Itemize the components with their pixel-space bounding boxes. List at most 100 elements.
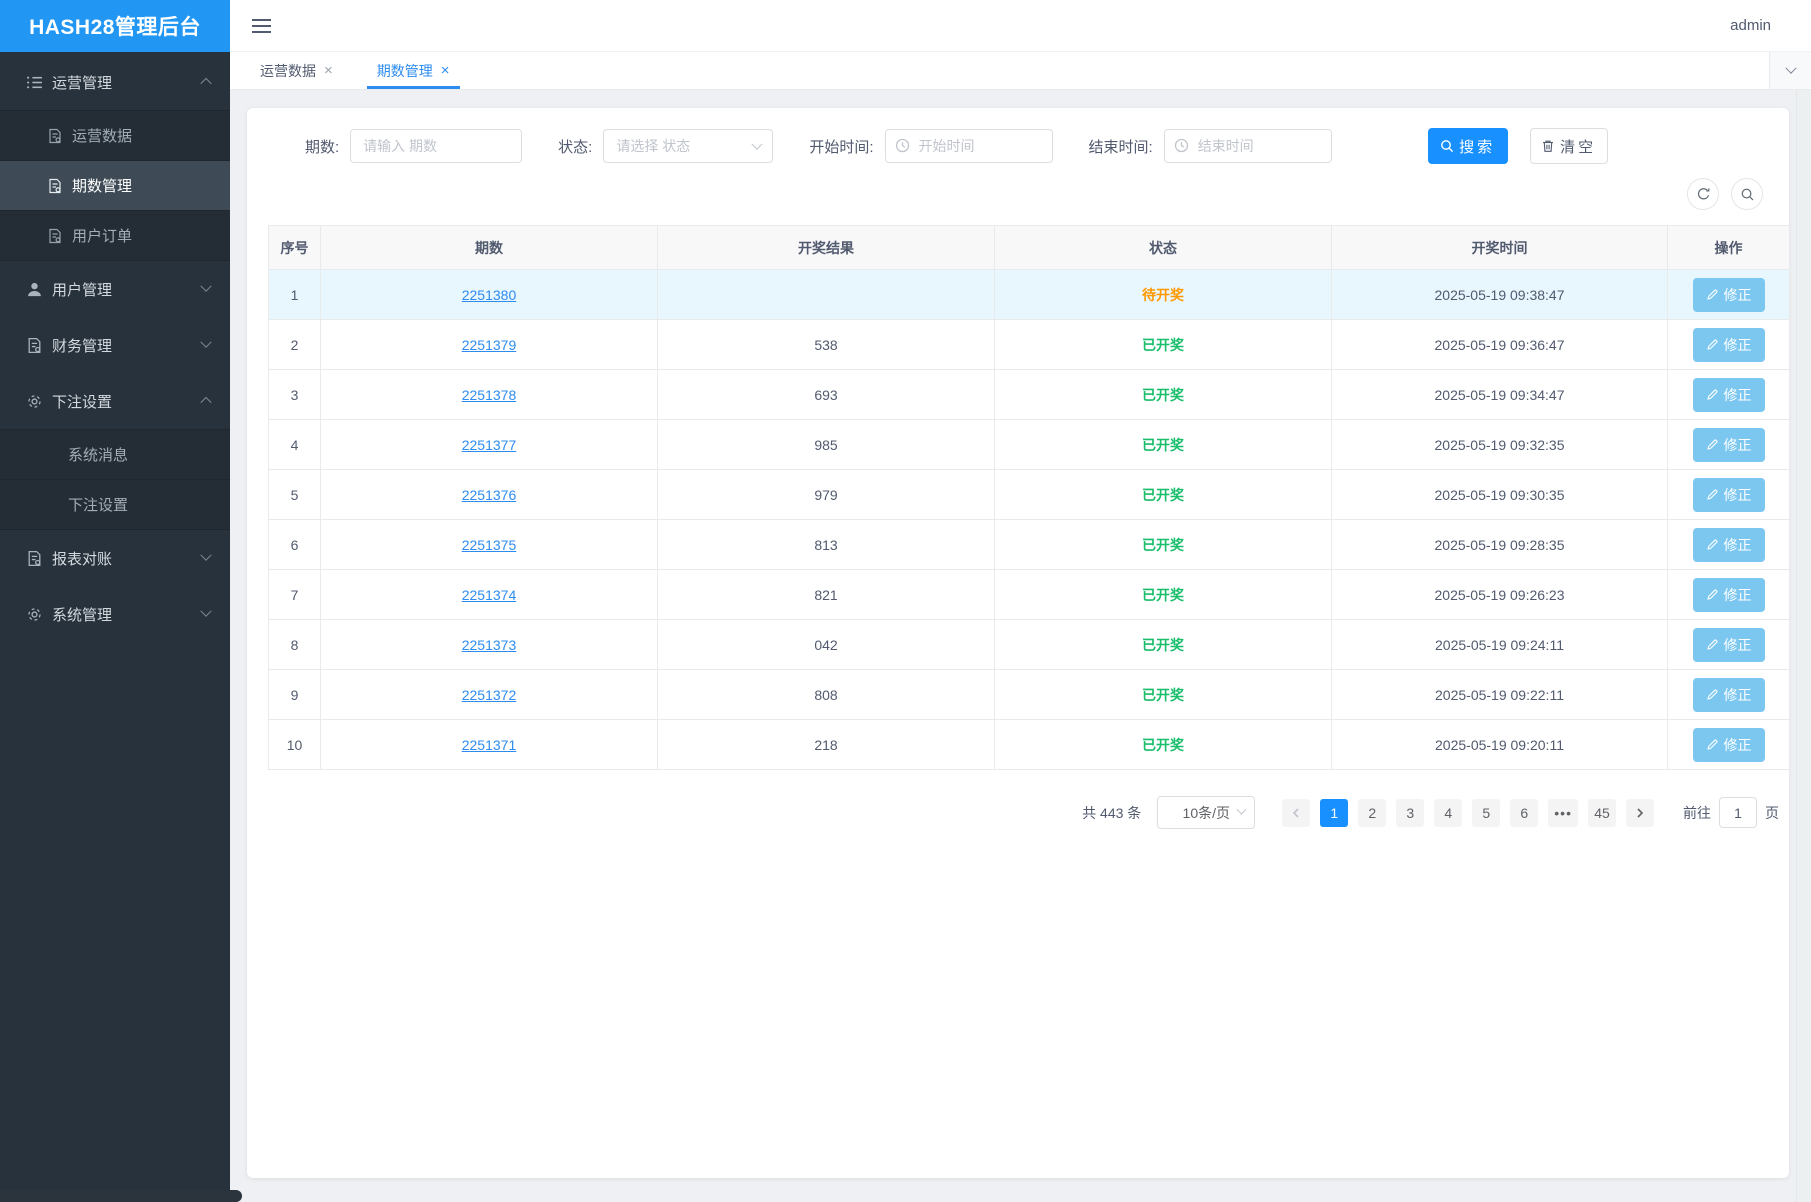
edit-button[interactable]: 修正 — [1693, 728, 1765, 762]
status-badge: 已开奖 — [1142, 487, 1184, 503]
user-name[interactable]: admin — [1730, 17, 1771, 34]
edit-button[interactable]: 修正 — [1693, 528, 1765, 562]
cell-time: 2025-05-19 09:32:35 — [1332, 420, 1668, 470]
edit-button[interactable]: 修正 — [1693, 278, 1765, 312]
issue-link[interactable]: 2251378 — [462, 387, 517, 403]
page-button[interactable]: 5 — [1472, 799, 1500, 827]
start-time-label: 开始时间: — [809, 136, 873, 157]
cell-index: 1 — [269, 270, 321, 320]
column-header: 开奖时间 — [1332, 226, 1668, 270]
edit-button[interactable]: 修正 — [1693, 378, 1765, 412]
edit-button[interactable]: 修正 — [1693, 578, 1765, 612]
status-filter-select[interactable]: 请选择 状态 — [603, 129, 773, 163]
more-pages-button[interactable]: ••• — [1548, 799, 1578, 827]
end-time-input[interactable] — [1164, 129, 1332, 163]
clear-button[interactable]: 清空 — [1530, 128, 1608, 164]
table-row: 5 2251376 979 已开奖 2025-05-19 09:30:35 修正 — [269, 470, 1790, 520]
end-time-picker[interactable] — [1164, 129, 1332, 163]
clock-icon — [1174, 138, 1189, 153]
cell-time: 2025-05-19 09:24:11 — [1332, 620, 1668, 670]
column-header: 操作 — [1668, 226, 1790, 270]
edit-button-label: 修正 — [1724, 435, 1752, 455]
issue-link[interactable]: 2251377 — [462, 437, 517, 453]
tab-label: 运营数据 — [260, 61, 316, 81]
trash-icon — [1541, 139, 1555, 153]
sidebar-item[interactable]: 运营管理 — [0, 54, 230, 110]
vertical-scrollbar[interactable] — [1796, 90, 1811, 1202]
cell-result: 813 — [658, 520, 995, 570]
page-button[interactable]: 3 — [1396, 799, 1424, 827]
issue-link[interactable]: 2251380 — [462, 287, 517, 303]
sidebar-subitem[interactable]: 期数管理 — [0, 161, 230, 211]
column-header: 开奖结果 — [658, 226, 995, 270]
clear-button-label: 清空 — [1560, 136, 1596, 157]
open-tabs: 运营数据 × 期数管理 × — [230, 52, 478, 89]
start-time-input[interactable] — [885, 129, 1053, 163]
edit-button-label: 修正 — [1724, 585, 1752, 605]
tab[interactable]: 期数管理 × — [361, 52, 466, 89]
pencil-icon — [1706, 638, 1719, 651]
page-size-select[interactable]: 10条/页 — [1157, 796, 1255, 829]
tab-close-icon[interactable]: × — [441, 63, 450, 78]
table-row: 1 2251380 待开奖 2025-05-19 09:38:47 修正 — [269, 270, 1790, 320]
edit-button[interactable]: 修正 — [1693, 628, 1765, 662]
page-button[interactable]: 2 — [1358, 799, 1386, 827]
tab[interactable]: 运营数据 × — [244, 52, 349, 89]
cell-index: 3 — [269, 370, 321, 420]
table-row: 4 2251377 985 已开奖 2025-05-19 09:32:35 修正 — [269, 420, 1790, 470]
issue-link[interactable]: 2251375 — [462, 537, 517, 553]
sidebar-item[interactable]: 财务管理 — [0, 317, 230, 373]
sidebar-item[interactable]: 报表对账 — [0, 530, 230, 586]
edit-button[interactable]: 修正 — [1693, 478, 1765, 512]
cell-result: 693 — [658, 370, 995, 420]
table-row: 3 2251378 693 已开奖 2025-05-19 09:34:47 修正 — [269, 370, 1790, 420]
edit-button[interactable]: 修正 — [1693, 328, 1765, 362]
page-button[interactable]: 4 — [1434, 799, 1462, 827]
page-button[interactable]: 45 — [1588, 799, 1616, 827]
start-time-picker[interactable] — [885, 129, 1053, 163]
issue-link[interactable]: 2251374 — [462, 587, 517, 603]
page-button[interactable]: 1 — [1320, 799, 1348, 827]
sidebar-item[interactable]: 用户管理 — [0, 261, 230, 317]
horizontal-scrollbar-thumb[interactable] — [0, 1190, 242, 1202]
sidebar-item[interactable]: 下注设置 — [0, 373, 230, 429]
issue-link[interactable]: 2251379 — [462, 337, 517, 353]
cell-result: 218 — [658, 720, 995, 770]
menu-icon — [26, 606, 43, 623]
edit-button-label: 修正 — [1724, 735, 1752, 755]
refresh-button[interactable] — [1687, 178, 1719, 210]
sidebar-subitem[interactable]: 用户订单 — [0, 211, 230, 261]
sidebar-subitem[interactable]: 系统消息 — [0, 430, 230, 480]
search-button[interactable]: 搜索 — [1428, 128, 1508, 164]
edit-button[interactable]: 修正 — [1693, 428, 1765, 462]
cell-index: 7 — [269, 570, 321, 620]
sidebar-subitem-label: 下注设置 — [68, 494, 128, 515]
cell-time: 2025-05-19 09:34:47 — [1332, 370, 1668, 420]
search-button-label: 搜索 — [1459, 136, 1495, 157]
sidebar-subitem[interactable]: 下注设置 — [0, 480, 230, 530]
issue-filter-input[interactable] — [350, 129, 522, 163]
edit-button[interactable]: 修正 — [1693, 678, 1765, 712]
next-page-button[interactable] — [1626, 799, 1654, 827]
issue-link[interactable]: 2251371 — [462, 737, 517, 753]
tabs-dropdown-button[interactable] — [1769, 52, 1811, 89]
prev-page-button[interactable] — [1282, 799, 1310, 827]
cell-time: 2025-05-19 09:38:47 — [1332, 270, 1668, 320]
page-button[interactable]: 6 — [1510, 799, 1538, 827]
issue-link[interactable]: 2251373 — [462, 637, 517, 653]
sidebar-item[interactable]: 系统管理 — [0, 586, 230, 642]
sidebar-item-label: 下注设置 — [52, 391, 202, 412]
status-filter-label: 状态: — [558, 136, 592, 157]
sidebar-subitem[interactable]: 运营数据 — [0, 111, 230, 161]
issue-link[interactable]: 2251376 — [462, 487, 517, 503]
end-time-label: 结束时间: — [1089, 136, 1153, 157]
hamburger-menu-icon[interactable] — [252, 15, 271, 37]
cell-time: 2025-05-19 09:36:47 — [1332, 320, 1668, 370]
tab-close-icon[interactable]: × — [324, 63, 333, 78]
content-area: 期数: 状态: 请选择 状态 开始时间: 结 — [230, 90, 1811, 1202]
sidebar-submenu: 运营数据 期数管理 用户订单 — [0, 110, 230, 261]
sidebar-subitem-label: 用户订单 — [72, 225, 132, 246]
column-search-button[interactable] — [1731, 178, 1763, 210]
goto-page-input[interactable] — [1719, 797, 1757, 828]
issue-link[interactable]: 2251372 — [462, 687, 517, 703]
